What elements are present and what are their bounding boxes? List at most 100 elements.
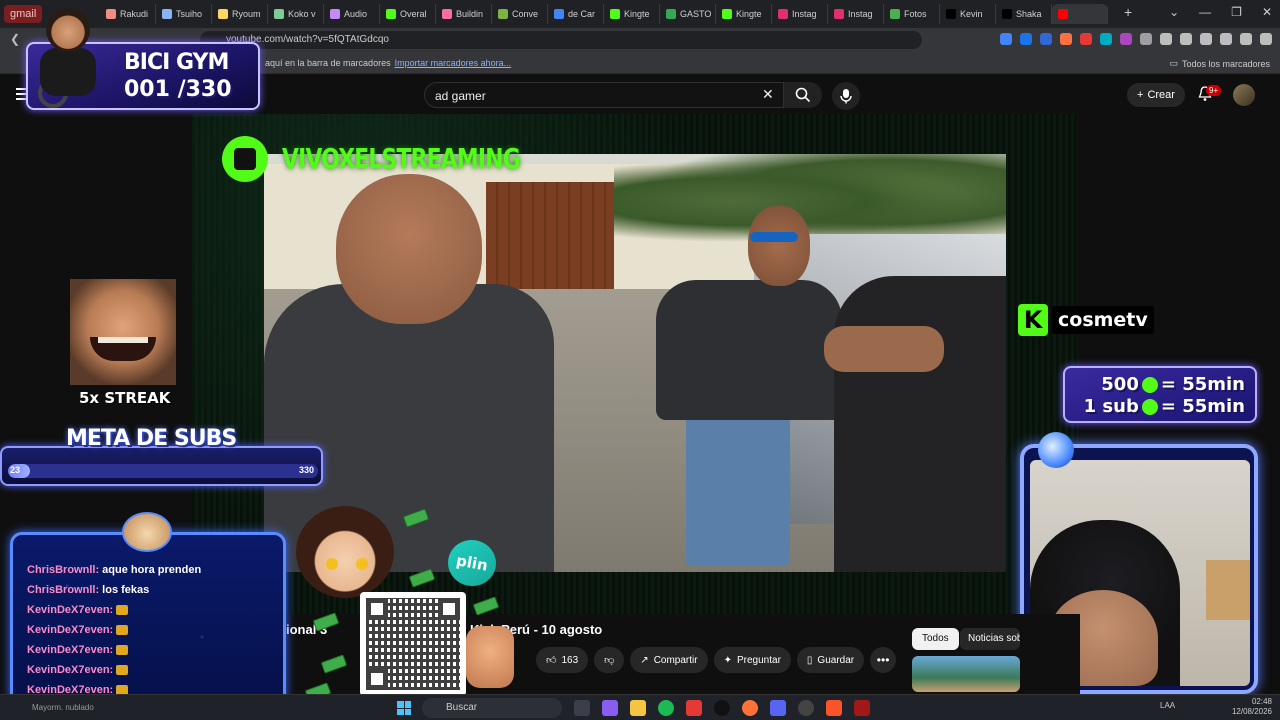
extensions-bar (1000, 33, 1272, 45)
extension-icon[interactable] (1100, 33, 1112, 45)
bookmark-icon: ▯ (806, 654, 813, 666)
tab-favicon-icon (946, 9, 956, 19)
search-button[interactable] (784, 82, 822, 108)
wallet-icon[interactable] (1200, 33, 1212, 45)
voice-search-button[interactable] (832, 82, 860, 110)
close-icon[interactable]: ✕ (1262, 5, 1272, 19)
dollar-eye-icon (356, 558, 368, 570)
extension-icon[interactable] (1080, 33, 1092, 45)
create-button[interactable]: + Crear (1127, 83, 1185, 107)
browser-tab[interactable] (1052, 4, 1108, 24)
chat-username[interactable]: KevinDeX7even: (27, 664, 113, 676)
hamster-mascot-icon (122, 512, 172, 552)
browser-tab[interactable]: Instag (828, 4, 884, 24)
browser-tab[interactable]: Ryoum (212, 4, 268, 24)
minimize-icon[interactable]: — (1199, 5, 1211, 19)
tab-label: Ryoum (232, 9, 261, 19)
chip-news[interactable]: Noticias sob (960, 628, 1020, 650)
tab-label: de Car (568, 9, 596, 19)
like-button[interactable]: 👍︎ 163 (536, 647, 589, 673)
chat-username[interactable]: KevinDeX7even: (27, 644, 113, 656)
browser-tab[interactable]: Kingte (604, 4, 660, 24)
browser-tab-strip: gmail Rakudi Tsuiho Ryoum Koko v Audio Overal… (0, 0, 1280, 28)
qr-code (360, 592, 466, 696)
sidebar-icon[interactable] (1180, 33, 1192, 45)
extensions-puzzle-icon[interactable] (1140, 33, 1152, 45)
bookmarks-hint: aquí en la barra de marcadores Importar m… (265, 58, 512, 68)
discord-icon[interactable] (770, 700, 786, 716)
extension-icon[interactable] (1040, 33, 1052, 45)
browser-tab[interactable]: Overal (380, 4, 436, 24)
extension-icon[interactable] (1060, 33, 1072, 45)
search-input[interactable]: ad gamer (424, 82, 784, 108)
app-icon[interactable] (854, 700, 870, 716)
chat-username[interactable]: KevinDeX7even: (27, 604, 113, 616)
omnibox[interactable]: youtube.com/watch?v=5fQTAtGdcqo (200, 31, 922, 49)
file-explorer-icon[interactable] (630, 700, 646, 716)
restore-icon[interactable]: ❐ (1231, 5, 1242, 19)
browser-tab[interactable]: Kingte (716, 4, 772, 24)
browser-tab[interactable]: Buildin (436, 4, 492, 24)
app-icon[interactable] (686, 700, 702, 716)
tab-label: Tsuiho (176, 9, 203, 19)
extension-icon[interactable] (1020, 33, 1032, 45)
menu-icon[interactable] (1260, 33, 1272, 45)
app-icon[interactable] (602, 700, 618, 716)
new-tab-button[interactable]: + (1124, 4, 1132, 20)
anime-character (296, 506, 394, 598)
clear-search-icon[interactable]: ✕ (762, 86, 774, 103)
browser-tab[interactable]: Conve (492, 4, 548, 24)
tab-label: GASTO (680, 9, 712, 19)
firefox-icon[interactable] (742, 700, 758, 716)
download-icon[interactable] (1220, 33, 1232, 45)
vpn-icon[interactable] (1240, 33, 1252, 45)
browser-tab[interactable]: GASTO (660, 4, 716, 24)
chip-all[interactable]: Todos (912, 628, 959, 650)
back-icon[interactable]: ❮ (10, 32, 20, 46)
extension-icon[interactable] (1000, 33, 1012, 45)
browser-tab[interactable]: Rakudi (100, 4, 156, 24)
ask-button[interactable]: ✦ Preguntar (713, 647, 791, 673)
language-indicator[interactable]: LAA (1160, 701, 1175, 710)
recommended-video-thumbnail[interactable] (912, 656, 1020, 692)
task-view-icon[interactable] (574, 700, 590, 716)
chat-username[interactable]: ChrisBrownll: (27, 584, 99, 596)
import-bookmarks-link[interactable]: Importar marcadores ahora... (395, 58, 512, 68)
browser-tab[interactable]: Koko v (268, 4, 324, 24)
more-actions-button[interactable]: ••• (870, 647, 897, 673)
extension-icon[interactable] (1120, 33, 1132, 45)
browser-tab[interactable]: Instag (772, 4, 828, 24)
video-player[interactable] (264, 154, 1006, 572)
chat-username[interactable]: ChrisBrownll: (27, 564, 99, 576)
browser-tab[interactable]: Fotos (884, 4, 940, 24)
share-button[interactable]: ↗ Compartir (630, 647, 708, 673)
tab-label: Kingte (624, 9, 650, 19)
tab-favicon-icon (666, 9, 676, 19)
app-icon[interactable] (714, 700, 730, 716)
browser-tab[interactable]: Shaka (996, 4, 1052, 24)
streak-emote (70, 279, 176, 385)
all-bookmarks[interactable]: ▭ Todos los marcadores (1169, 58, 1270, 69)
browser-tab[interactable]: Tsuiho (156, 4, 212, 24)
browser-tab[interactable]: Audio (324, 4, 380, 24)
chat-message: KevinDeX7even: (27, 620, 267, 640)
taskbar-search[interactable]: Buscar (422, 698, 562, 718)
gold-emote-icon (116, 625, 129, 636)
dislike-button[interactable]: 👎︎ (594, 647, 625, 673)
chat-text: los fekas (99, 584, 150, 596)
system-clock[interactable]: 02:48 12/08/2026 (1232, 697, 1272, 717)
weather-widget[interactable]: Mayorm. nublado (32, 703, 94, 712)
start-button-icon[interactable] (397, 701, 411, 715)
spotify-icon[interactable] (658, 700, 674, 716)
subs-goal-current: 23 (10, 465, 21, 475)
save-button[interactable]: ▯ Guardar (796, 647, 865, 673)
media-icon[interactable] (1160, 33, 1172, 45)
chat-username[interactable]: KevinDeX7even: (27, 624, 113, 636)
obs-icon[interactable] (798, 700, 814, 716)
browser-tab[interactable]: Kevin (940, 4, 996, 24)
browser-tab[interactable]: de Car (548, 4, 604, 24)
thumbs-up-icon: 👍︎ (546, 655, 557, 666)
brave-icon[interactable] (826, 700, 842, 716)
account-avatar[interactable] (1233, 84, 1255, 106)
tab-search-icon[interactable]: ⌄ (1169, 5, 1179, 19)
